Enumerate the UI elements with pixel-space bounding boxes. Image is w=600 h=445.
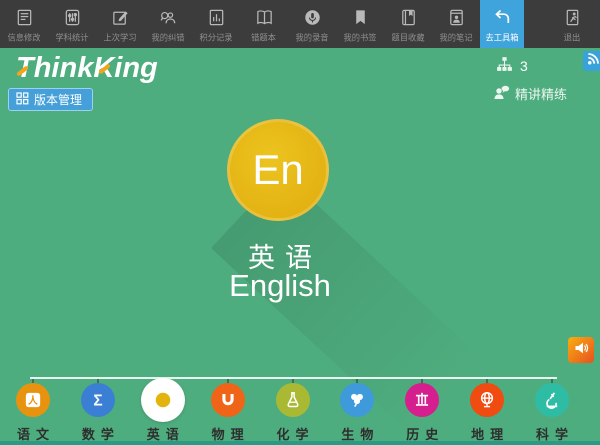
toolbar-item-back-arrow[interactable]: 去工具箱 xyxy=(480,0,524,48)
toolbar-item-wrong-book[interactable]: 错题本 xyxy=(240,0,288,48)
biology-icon xyxy=(340,383,374,417)
toolbar-item-last-study[interactable]: 上次学习 xyxy=(96,0,144,48)
toolbar-spacer xyxy=(524,0,548,48)
toolbar-item-exit[interactable]: 退出 xyxy=(548,0,596,48)
bottom-strip xyxy=(0,441,600,445)
wrong-book-icon xyxy=(255,6,274,28)
subject-item-chinese[interactable]: 人语文 xyxy=(1,374,65,442)
toolbar-item-points-record[interactable]: 积分记录 xyxy=(192,0,240,48)
toolbar-item-label: 信息修改 xyxy=(7,32,40,44)
exit-icon xyxy=(563,6,582,28)
rss-button[interactable] xyxy=(583,51,600,71)
last-study-icon xyxy=(111,6,130,28)
subject-item-history[interactable]: 历史 xyxy=(390,374,454,442)
speaker-icon xyxy=(573,340,589,361)
chemistry-icon xyxy=(276,383,310,417)
history-icon xyxy=(405,383,439,417)
toolbar-item-label: 我的笔记 xyxy=(439,32,472,44)
subject-item-english[interactable]: 英语 xyxy=(131,374,195,442)
subject-item-science[interactable]: 科学 xyxy=(520,374,584,442)
teacher-icon xyxy=(493,84,510,103)
rss-icon xyxy=(586,51,600,71)
practice-label: 精讲精练 xyxy=(515,84,567,103)
svg-text:人: 人 xyxy=(28,394,38,407)
math-icon: Σ xyxy=(81,383,115,417)
grid-icon xyxy=(16,92,29,108)
points-record-icon xyxy=(207,6,226,28)
toolbar-item-label: 我的书签 xyxy=(343,32,376,44)
subject-stats-icon xyxy=(63,6,82,28)
toolbar-item-label: 我的纠错 xyxy=(151,32,184,44)
toolbar-item-label: 去工具箱 xyxy=(485,32,518,44)
toolbar-item-label: 题目收藏 xyxy=(391,32,424,44)
subject-badge-text: En xyxy=(252,146,303,194)
subject-item-math[interactable]: Σ数学 xyxy=(66,374,130,442)
subject-item-physics[interactable]: 物理 xyxy=(196,374,260,442)
svg-text:Σ: Σ xyxy=(93,392,102,409)
chinese-icon: 人 xyxy=(16,383,50,417)
toolbar-item-label: 我的录音 xyxy=(295,32,328,44)
physics-icon xyxy=(211,383,245,417)
subject-item-geography[interactable]: 地理 xyxy=(455,374,519,442)
version-manage-button[interactable]: 版本管理 xyxy=(8,88,93,111)
app-window: 信息修改 学科统计 上次学习 我的纠错 积分记录 错题本 我的录音 我的书签 题目收藏 我的笔记 去… xyxy=(0,0,600,445)
subject-badge[interactable]: En xyxy=(227,119,329,221)
member-count[interactable]: 3 xyxy=(496,57,528,75)
toolbar-item-label: 退出 xyxy=(564,32,581,44)
toolbar-item-profile-edit[interactable]: 信息修改 xyxy=(0,0,48,48)
question-favorites-icon xyxy=(399,6,418,28)
science-icon xyxy=(535,383,569,417)
subject-name-en: English xyxy=(229,268,331,304)
profile-edit-icon xyxy=(15,6,34,28)
toolbar-item-my-notes[interactable]: 我的笔记 xyxy=(432,0,480,48)
back-arrow-icon xyxy=(492,6,512,28)
toolbar-item-my-recordings[interactable]: 我的录音 xyxy=(288,0,336,48)
toolbar-item-subject-stats[interactable]: 学科统计 xyxy=(48,0,96,48)
toolbar-item-label: 学科统计 xyxy=(55,32,88,44)
toolbar-item-label: 错题本 xyxy=(252,32,277,44)
top-toolbar: 信息修改 学科统计 上次学习 我的纠错 积分记录 错题本 我的录音 我的书签 题目收藏 我的笔记 去… xyxy=(0,0,600,48)
toolbar-item-my-bookmarks[interactable]: 我的书签 xyxy=(336,0,384,48)
app-logo-text: ThinkKing xyxy=(16,52,158,84)
app-logo: ThinkKing xyxy=(16,52,158,85)
toolbar-item-label: 上次学习 xyxy=(103,32,136,44)
subject-item-chemistry[interactable]: 化学 xyxy=(261,374,325,442)
speaker-button[interactable] xyxy=(568,337,594,363)
member-count-value: 3 xyxy=(520,58,528,74)
my-corrections-icon xyxy=(159,6,178,28)
toolbar-item-label: 积分记录 xyxy=(199,32,232,44)
practice-link[interactable]: 精讲精练 xyxy=(493,84,567,103)
my-notes-icon xyxy=(447,6,466,28)
subject-item-biology[interactable]: 生物 xyxy=(325,374,389,442)
english-icon xyxy=(141,378,185,422)
toolbar-item-my-corrections[interactable]: 我的纠错 xyxy=(144,0,192,48)
my-bookmarks-icon xyxy=(351,6,370,28)
my-recordings-icon xyxy=(303,6,322,28)
toolbar-item-question-favorites[interactable]: 题目收藏 xyxy=(384,0,432,48)
geography-icon xyxy=(470,383,504,417)
org-chart-icon xyxy=(496,57,513,75)
version-manage-label: 版本管理 xyxy=(34,91,82,108)
